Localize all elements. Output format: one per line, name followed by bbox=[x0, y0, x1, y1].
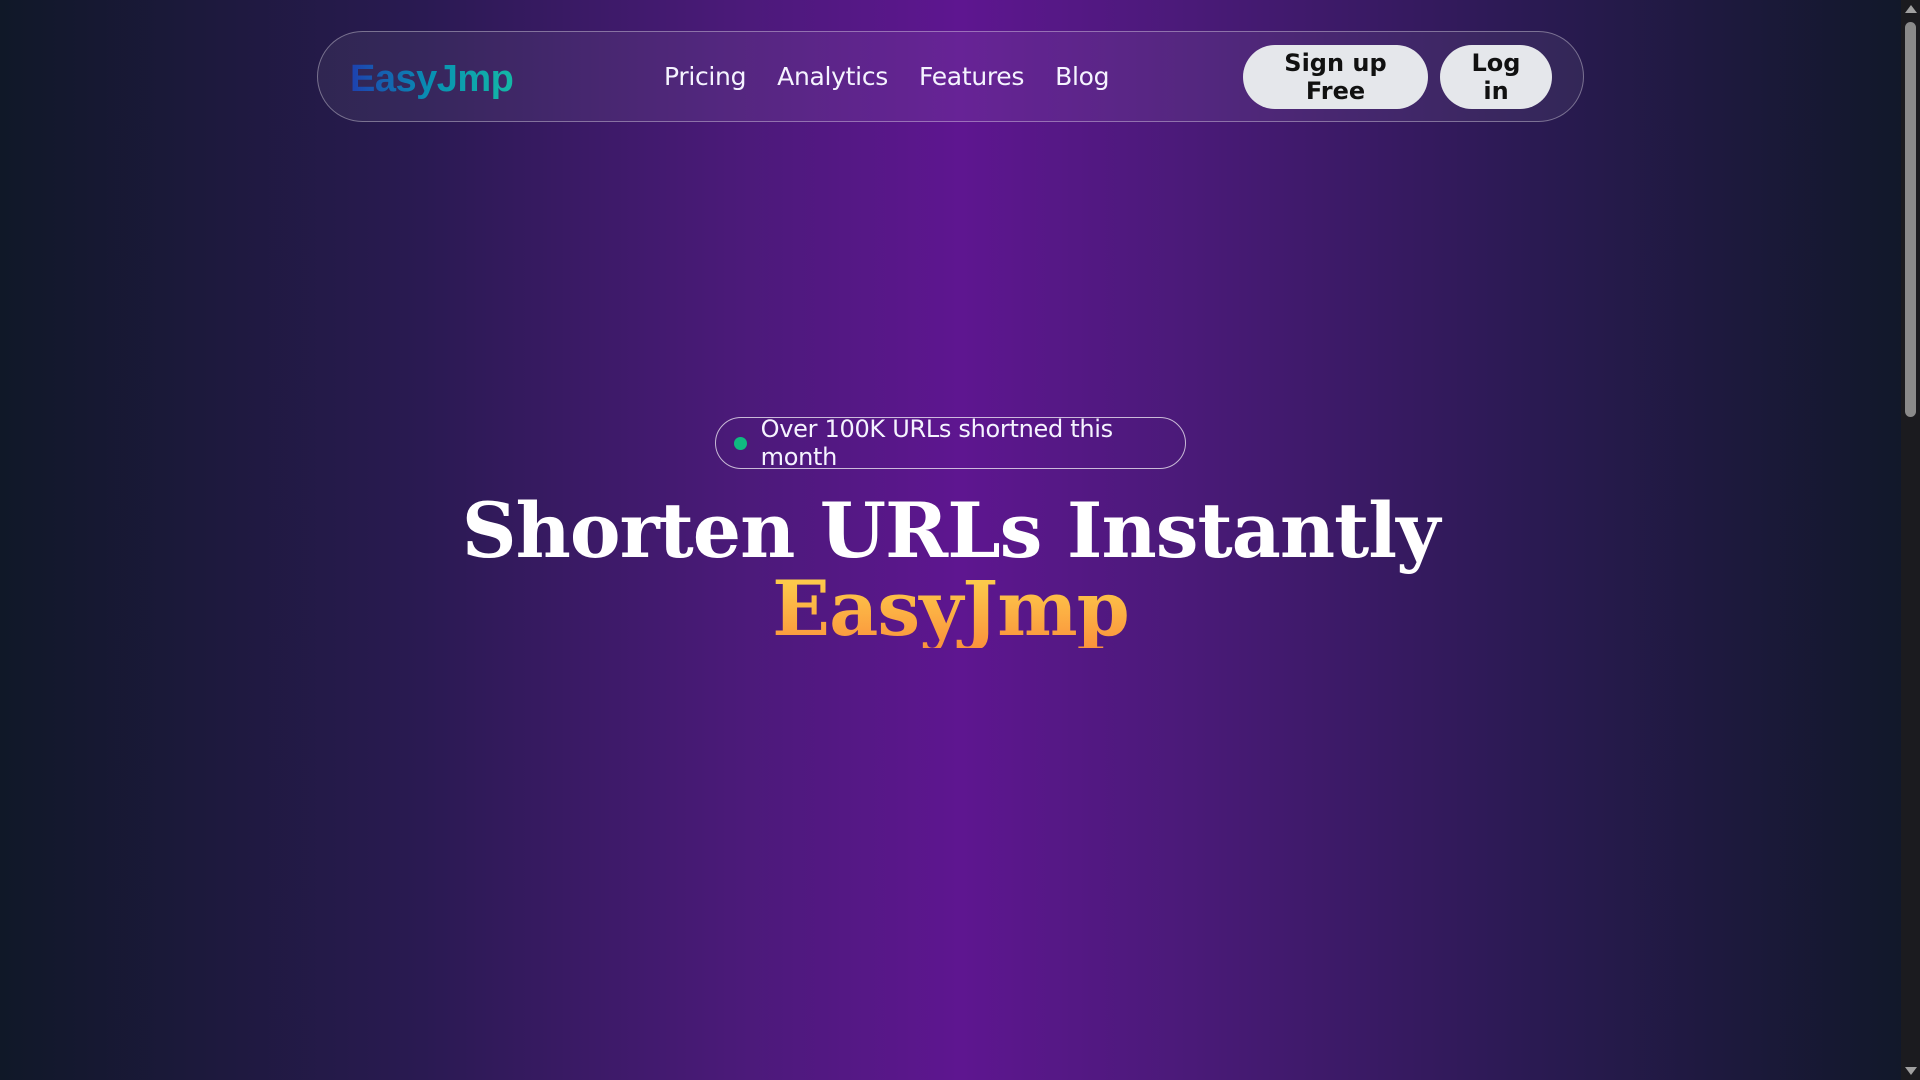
brand-logo[interactable]: EasyJmp bbox=[350, 58, 514, 101]
stats-badge: Over 100K URLs shortned this month bbox=[715, 415, 1186, 471]
page-viewport: EasyJmp Pricing Analytics Features Blog … bbox=[0, 0, 1901, 1080]
nav-link-features[interactable]: Features bbox=[919, 62, 1024, 91]
vertical-scrollbar[interactable] bbox=[1901, 0, 1920, 1080]
status-dot-icon bbox=[734, 436, 747, 450]
hero-title: Shorten URLs Instantly EasyJmp bbox=[0, 492, 1901, 648]
nav-links: Pricing Analytics Features Blog bbox=[664, 62, 1109, 91]
nav-link-analytics[interactable]: Analytics bbox=[777, 62, 888, 91]
hero-title-line1: Shorten URLs Instantly bbox=[461, 486, 1441, 575]
badge-text: Over 100K URLs shortned this month bbox=[760, 415, 1113, 471]
nav-link-blog[interactable]: Blog bbox=[1055, 62, 1109, 91]
log-in-button[interactable]: Log in bbox=[1440, 45, 1552, 109]
sign-up-button[interactable]: Sign up Free bbox=[1243, 45, 1428, 109]
scroll-down-arrow-icon[interactable] bbox=[1905, 1067, 1917, 1075]
nav-link-pricing[interactable]: Pricing bbox=[664, 62, 746, 91]
scrollbar-thumb[interactable] bbox=[1905, 22, 1916, 417]
hero-title-brand: EasyJmp bbox=[0, 570, 1901, 648]
nav-actions: Sign up Free Log in bbox=[1243, 45, 1552, 109]
top-navbar: EasyJmp Pricing Analytics Features Blog … bbox=[317, 31, 1584, 122]
scroll-up-arrow-icon[interactable] bbox=[1905, 5, 1917, 13]
